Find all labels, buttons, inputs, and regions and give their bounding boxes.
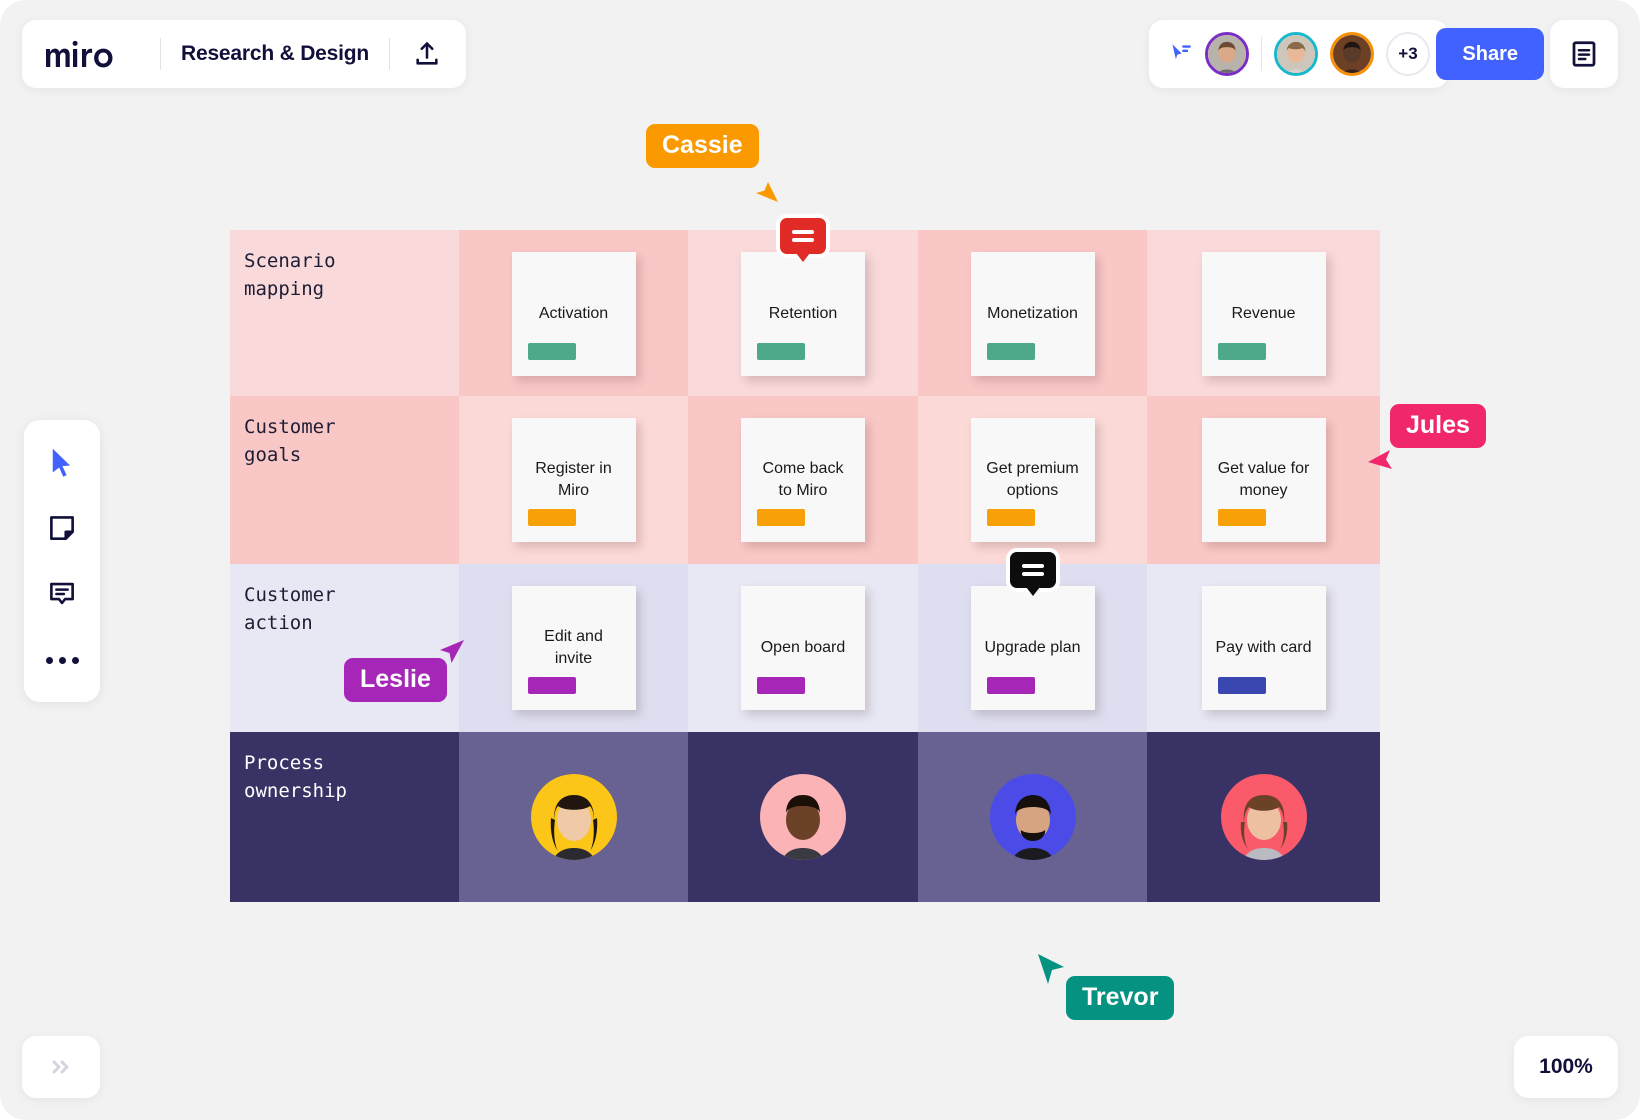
sticky-card-text: Activation — [538, 305, 609, 323]
zoom-level-button[interactable]: 100% — [1514, 1036, 1618, 1098]
cell-process-ownership-3 — [918, 732, 1147, 902]
owner-avatar-1[interactable] — [530, 774, 617, 860]
collab-divider — [1261, 37, 1262, 71]
sticky-card-tag — [1217, 343, 1266, 360]
row-label-scenario-mapping: Scenario mapping — [244, 250, 336, 300]
sticky-card[interactable]: Revenue — [1201, 252, 1326, 376]
sticky-card-text: Register in Miro — [535, 460, 612, 499]
sticky-card-text: Upgrade plan — [984, 639, 1081, 657]
sticky-note-tool[interactable] — [42, 508, 82, 548]
sticky-card-text: Monetization — [987, 305, 1078, 323]
cursor-arrow-leslie — [440, 640, 464, 663]
cursor-arrow-cassie — [756, 182, 778, 202]
sticky-card-text: Come back to Miro — [762, 460, 844, 499]
owner-avatar-3[interactable] — [989, 774, 1076, 860]
comment-badge-red[interactable] — [780, 218, 826, 262]
cell-customer-goals-2: Come back to Miro — [688, 396, 918, 564]
cursor-label-cassie: Cassie — [646, 124, 759, 168]
cell-customer-goals-4: Get value for money — [1147, 396, 1380, 564]
journey-map-grid: Scenario mapping Activation Retention Mo… — [230, 218, 1380, 902]
miro-canvas: Research & Design +3 Share Scenario mapp… — [0, 0, 1640, 1120]
sticky-card-text: Edit and invite — [544, 628, 603, 667]
share-button[interactable]: Share — [1436, 28, 1544, 80]
cursor-arrow-jules — [1368, 450, 1392, 469]
avatar-collaborator-3[interactable] — [1330, 32, 1374, 76]
collaborator-overflow-count[interactable]: +3 — [1386, 32, 1430, 76]
sticky-card[interactable]: Open board — [741, 586, 865, 710]
cell-customer-action-3: Upgrade plan — [918, 552, 1147, 732]
sticky-card-text: Open board — [760, 639, 846, 657]
sticky-card[interactable]: Activation — [511, 252, 636, 376]
sticky-card-tag — [986, 677, 1035, 694]
tool-rail — [24, 420, 100, 702]
sticky-card[interactable]: Get premium options — [970, 418, 1095, 542]
sticky-card-text: Revenue — [1231, 305, 1296, 323]
cell-scenario-mapping-3: Monetization — [918, 230, 1147, 396]
sticky-card-tag — [1217, 677, 1266, 694]
sticky-card-tag — [757, 677, 805, 694]
cursor-label-trevor: Trevor — [1066, 976, 1175, 1020]
cell-customer-action-1: Edit and invite — [459, 564, 688, 732]
notes-panel-button[interactable] — [1550, 20, 1618, 88]
cursor-arrow-trevor — [1038, 954, 1064, 984]
cell-process-ownership-1 — [459, 732, 688, 902]
sticky-card-tag — [527, 509, 576, 526]
cell-customer-action-4: Pay with card — [1147, 564, 1380, 732]
select-tool[interactable] — [42, 442, 82, 482]
row-label-cell-customer-goals: Customer goals — [230, 396, 459, 564]
sticky-card[interactable]: Edit and invite — [511, 586, 636, 710]
sticky-card[interactable]: Retention — [741, 218, 865, 376]
sticky-card-text: Pay with card — [1215, 639, 1312, 657]
row-label-process-ownership: Process ownership — [244, 752, 347, 802]
sticky-card-text: Get premium options — [986, 460, 1079, 499]
more-tools[interactable] — [42, 640, 82, 680]
cell-customer-goals-3: Get premium options — [918, 396, 1147, 564]
cell-customer-action-2: Open board — [688, 564, 918, 732]
board-bar: Research & Design — [22, 20, 467, 88]
comment-tool[interactable] — [42, 574, 82, 614]
sticky-card-tag — [757, 343, 805, 360]
follow-cursor-icon[interactable] — [1167, 41, 1193, 67]
bar-divider-1 — [160, 38, 161, 70]
board-title[interactable]: Research & Design — [181, 42, 369, 66]
ellipsis-icon — [45, 656, 79, 664]
collaborators-bar: +3 — [1149, 20, 1448, 88]
cell-scenario-mapping-2: Retention — [688, 218, 918, 396]
sticky-card[interactable]: Get value for money — [1201, 418, 1326, 542]
sticky-card-tag — [527, 343, 576, 360]
sticky-card[interactable]: Monetization — [970, 252, 1095, 376]
comment-badge-black[interactable] — [1009, 552, 1056, 596]
avatar-collaborator-2[interactable] — [1274, 32, 1318, 76]
miro-logo[interactable] — [44, 39, 140, 69]
double-chevron-right-icon — [52, 1060, 69, 1074]
row-label-cell-process-ownership: Process ownership — [230, 732, 459, 902]
cell-process-ownership-4 — [1147, 732, 1380, 902]
avatar-collaborator-1[interactable] — [1205, 32, 1249, 76]
sticky-card-tag — [986, 343, 1035, 360]
cell-scenario-mapping-4: Revenue — [1147, 230, 1380, 396]
sticky-card-tag — [527, 677, 576, 694]
expand-panel-button[interactable] — [22, 1036, 100, 1098]
sticky-card-tag — [986, 509, 1035, 526]
row-label-cell-customer-action: Customer action — [230, 564, 459, 732]
sticky-card[interactable]: Register in Miro — [511, 418, 636, 542]
bar-divider-2 — [389, 38, 391, 70]
sticky-card[interactable]: Upgrade plan — [970, 552, 1095, 710]
cell-customer-goals-1: Register in Miro — [459, 396, 688, 564]
owner-avatar-2[interactable] — [760, 774, 846, 860]
row-label-customer-action: Customer action — [244, 584, 336, 634]
cell-process-ownership-2 — [688, 732, 918, 902]
owner-avatar-4[interactable] — [1220, 774, 1307, 860]
row-label-customer-goals: Customer goals — [244, 416, 336, 466]
upload-icon[interactable] — [410, 37, 444, 71]
sticky-card-tag — [757, 509, 805, 526]
sticky-card-tag — [1217, 509, 1266, 526]
cell-scenario-mapping-1: Activation — [459, 230, 688, 396]
sticky-card[interactable]: Pay with card — [1201, 586, 1326, 710]
sticky-card[interactable]: Come back to Miro — [741, 418, 865, 542]
row-label-cell-scenario-mapping: Scenario mapping — [230, 230, 459, 396]
sticky-card-text: Get value for money — [1217, 460, 1310, 499]
sticky-card-text: Retention — [768, 305, 838, 323]
